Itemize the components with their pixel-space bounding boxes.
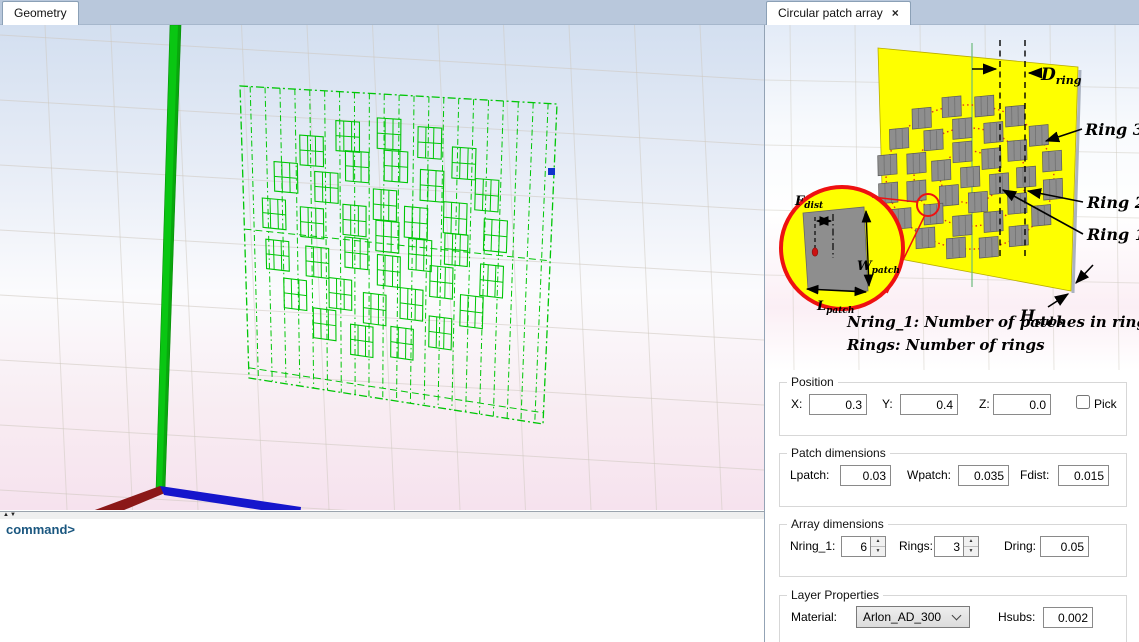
x-input[interactable] bbox=[809, 394, 867, 415]
fdist-label: Fdist: bbox=[1020, 468, 1049, 482]
material-value: Arlon_AD_300 bbox=[863, 610, 941, 624]
command-prompt: command> bbox=[6, 522, 75, 537]
label-ring2: Ring 2 bbox=[1086, 193, 1139, 212]
material-dropdown[interactable]: Arlon_AD_300 bbox=[856, 606, 970, 628]
pick-label: Pick bbox=[1094, 397, 1117, 411]
hsubs-input[interactable] bbox=[1043, 607, 1093, 628]
lpatch-input[interactable] bbox=[840, 465, 891, 486]
caption-line1: Nring_1: Number of patches in ring 1 bbox=[846, 313, 1139, 331]
nring1-spin-down-icon[interactable]: ▼ bbox=[871, 547, 885, 556]
label-ring1: Ring 1 bbox=[1086, 225, 1139, 244]
geometry-viewport[interactable] bbox=[0, 25, 765, 511]
tab-geometry[interactable]: Geometry bbox=[2, 1, 79, 26]
x-label: X: bbox=[791, 397, 802, 411]
wpatch-input[interactable] bbox=[958, 465, 1009, 486]
hsubs-label: Hsubs: bbox=[998, 610, 1035, 624]
dring-label: Dring: bbox=[1004, 539, 1036, 553]
patch-array-illustration: Dring Ring 3 Ring 2 Ring 1 Hsubs bbox=[765, 25, 1139, 370]
rings-spinner[interactable]: ▲ ▼ bbox=[934, 536, 979, 557]
nring1-spinner[interactable]: ▲ ▼ bbox=[841, 536, 886, 557]
layer-properties-group: Layer Properties Material: Arlon_AD_300 … bbox=[779, 588, 1127, 642]
lpatch-label: Lpatch: bbox=[790, 468, 829, 482]
right-tabbar: Circular patch array × bbox=[765, 0, 1139, 25]
patch-dimensions-title: Patch dimensions bbox=[787, 446, 890, 460]
y-label: Y: bbox=[882, 397, 893, 411]
fdist-input[interactable] bbox=[1058, 465, 1109, 486]
rings-input[interactable] bbox=[934, 536, 963, 557]
pick-checkbox[interactable] bbox=[1076, 395, 1090, 409]
application-window: Geometry ▲▼ command> Circu bbox=[0, 0, 1139, 642]
caption-line2: Rings: Number of rings bbox=[846, 336, 1045, 354]
close-tab-icon[interactable]: × bbox=[892, 6, 899, 20]
rings-label: Rings: bbox=[899, 539, 933, 553]
vertex-marker bbox=[548, 168, 555, 175]
console-splitter[interactable]: ▲▼ bbox=[0, 511, 765, 519]
rings-spin-up-icon[interactable]: ▲ bbox=[964, 537, 978, 547]
viewport-background bbox=[0, 25, 764, 510]
nring1-spin-up-icon[interactable]: ▲ bbox=[871, 537, 885, 547]
array-dimensions-title: Array dimensions bbox=[787, 517, 888, 531]
tab-circular-patch-array[interactable]: Circular patch array × bbox=[766, 1, 911, 26]
dring-input[interactable] bbox=[1040, 536, 1089, 557]
array-dimensions-group: Array dimensions Nring_1: ▲ ▼ Rings: ▲ ▼… bbox=[779, 517, 1127, 577]
nring1-input[interactable] bbox=[841, 536, 870, 557]
z-label: Z: bbox=[979, 397, 990, 411]
patch-dimensions-group: Patch dimensions Lpatch: Wpatch: Fdist: bbox=[779, 446, 1127, 507]
position-group: Position X: Y: Z: Pick bbox=[779, 375, 1127, 436]
y-input[interactable] bbox=[900, 394, 958, 415]
label-ring3: Ring 3 bbox=[1084, 120, 1139, 139]
nring1-label: Nring_1: bbox=[790, 539, 835, 553]
tab-geometry-label: Geometry bbox=[14, 6, 67, 20]
splitter-arrows-icon[interactable]: ▲▼ bbox=[3, 511, 17, 519]
z-input[interactable] bbox=[993, 394, 1051, 415]
circular-patch-array-panel: Dring Ring 3 Ring 2 Ring 1 Hsubs bbox=[765, 25, 1139, 642]
viewport-canvas[interactable] bbox=[0, 25, 764, 510]
chevron-down-icon bbox=[952, 611, 962, 621]
command-console[interactable]: command> bbox=[0, 519, 765, 642]
rings-spin-down-icon[interactable]: ▼ bbox=[964, 547, 978, 556]
feed-point bbox=[812, 248, 818, 256]
position-group-title: Position bbox=[787, 375, 838, 389]
left-tabbar: Geometry bbox=[0, 0, 765, 25]
wpatch-label: Wpatch: bbox=[907, 468, 951, 482]
tab-circular-patch-array-label: Circular patch array bbox=[778, 6, 883, 20]
material-label: Material: bbox=[791, 610, 837, 624]
layer-properties-title: Layer Properties bbox=[787, 588, 883, 602]
